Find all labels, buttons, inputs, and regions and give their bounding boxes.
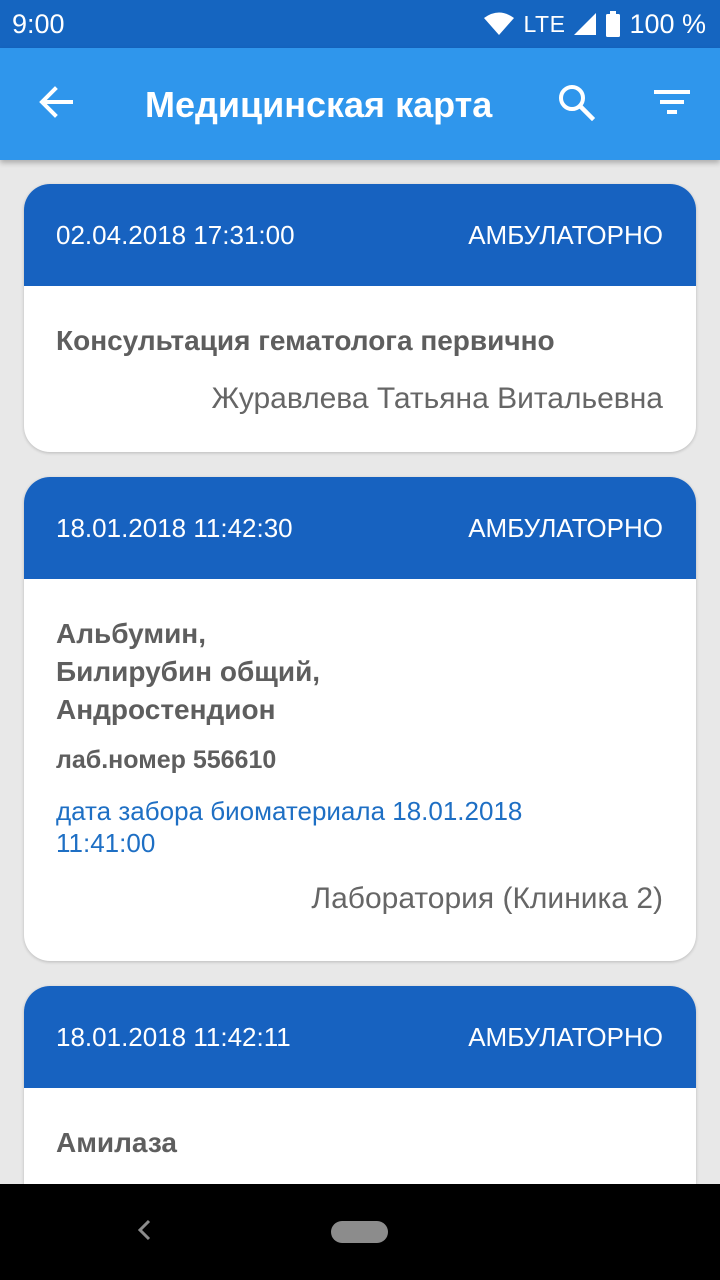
record-datetime: 18.01.2018 11:42:30	[56, 512, 293, 543]
lab-number: лаб.номер 556610	[56, 746, 277, 774]
signal-icon	[573, 12, 597, 36]
record-card-header: 18.01.2018 11:42:30 АМБУЛАТОРНО	[24, 477, 696, 579]
search-button[interactable]	[548, 76, 604, 132]
sample-collection-date: дата забора биоматериала 18.01.2018 11:4…	[56, 796, 523, 858]
record-card[interactable]: 18.01.2018 11:42:11 АМБУЛАТОРНО Амилаза	[24, 986, 696, 1184]
status-bar: 9:00 LTE 100 %	[0, 0, 720, 48]
record-title-line: Амилаза	[56, 1127, 177, 1158]
medical-records-list[interactable]: 02.04.2018 17:31:00 АМБУЛАТОРНО Консульт…	[0, 160, 720, 1184]
wifi-icon	[483, 12, 515, 36]
record-card-body: Консультация гематолога первично Журавле…	[24, 286, 696, 417]
status-time: 9:00	[12, 8, 65, 39]
search-icon	[557, 83, 596, 126]
page-title: Медицинская карта	[145, 84, 493, 125]
network-type: LTE	[523, 10, 566, 37]
record-card-body: Альбумин, Билирубин общий, Андростендион…	[24, 579, 696, 917]
navigation-bar	[0, 1184, 720, 1280]
record-datetime: 02.04.2018 17:31:00	[56, 219, 295, 250]
record-card-header: 02.04.2018 17:31:00 АМБУЛАТОРНО	[24, 184, 696, 286]
record-card-body: Амилаза	[24, 1088, 696, 1162]
arrow-back-icon	[38, 84, 74, 125]
status-icons: LTE 100 %	[483, 9, 706, 40]
record-title-line: Андростендион	[56, 694, 276, 725]
record-title-line: Билирубин общий,	[56, 656, 321, 687]
record-title-line: Консультация гематолога первично	[56, 325, 555, 356]
back-button[interactable]	[28, 76, 84, 132]
battery-level: 100 %	[629, 8, 706, 39]
nav-home-button[interactable]	[331, 1221, 388, 1243]
nav-back-icon	[136, 1218, 152, 1247]
record-card[interactable]: 18.01.2018 11:42:30 АМБУЛАТОРНО Альбумин…	[24, 477, 696, 961]
record-title: Альбумин, Билирубин общий, Андростендион	[56, 615, 663, 729]
record-card-header: 18.01.2018 11:42:11 АМБУЛАТОРНО	[24, 986, 696, 1088]
record-type: АМБУЛАТОРНО	[468, 1021, 663, 1052]
record-title: Консультация гематолога первично	[56, 322, 663, 360]
record-type: АМБУЛАТОРНО	[468, 219, 663, 250]
record-title: Амилаза	[56, 1124, 663, 1162]
record-performer: Лаборатория (Клиника 2)	[311, 882, 663, 915]
filter-icon	[654, 88, 690, 121]
app-bar: Медицинская карта	[0, 48, 720, 160]
record-performer: Журавлева Татьяна Витальевна	[211, 382, 663, 415]
nav-back-button[interactable]	[124, 1212, 164, 1252]
filter-button[interactable]	[644, 76, 700, 132]
record-title-line: Альбумин,	[56, 618, 206, 649]
record-type: АМБУЛАТОРНО	[468, 512, 663, 543]
battery-icon	[605, 11, 621, 37]
record-card[interactable]: 02.04.2018 17:31:00 АМБУЛАТОРНО Консульт…	[24, 184, 696, 452]
record-datetime: 18.01.2018 11:42:11	[56, 1021, 291, 1052]
